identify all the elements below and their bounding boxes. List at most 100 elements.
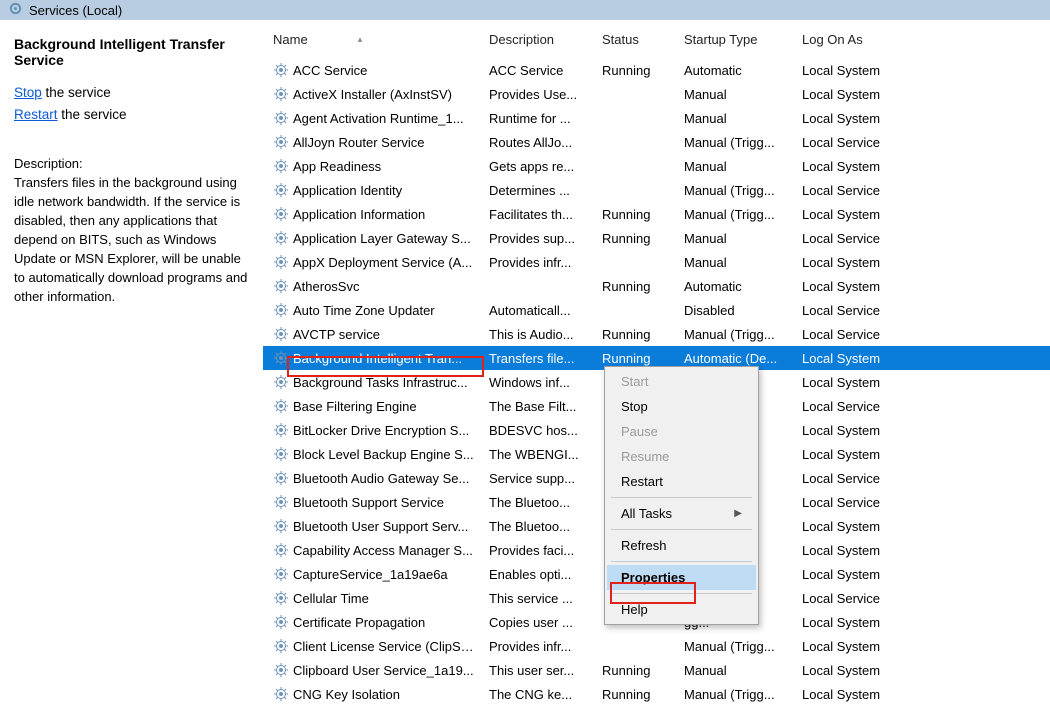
restart-service-link[interactable]: Restart — [14, 107, 58, 122]
gear-icon — [273, 542, 289, 558]
service-name: AppX Deployment Service (A... — [293, 255, 472, 270]
service-logon: Local System — [796, 421, 926, 440]
column-header-startup[interactable]: Startup Type — [678, 30, 796, 49]
gear-icon — [273, 614, 289, 630]
service-row[interactable]: ACC ServiceACC ServiceRunningAutomaticLo… — [263, 58, 1050, 82]
gear-icon — [273, 86, 289, 102]
service-status: Running — [596, 277, 678, 296]
service-logon: Local System — [796, 253, 926, 272]
stop-service-link[interactable]: Stop — [14, 85, 42, 100]
service-description: Provides infr... — [483, 253, 596, 272]
service-description: ACC Service — [483, 61, 596, 80]
service-row[interactable]: AVCTP serviceThis is Audio...RunningManu… — [263, 322, 1050, 346]
service-logon: Local System — [796, 85, 926, 104]
service-status — [596, 116, 678, 120]
menu-item-pause[interactable]: Pause — [607, 419, 756, 444]
column-header-logon[interactable]: Log On As — [796, 30, 926, 49]
service-logon: Local System — [796, 685, 926, 704]
service-row[interactable]: AtherosSvcRunningAutomaticLocal System — [263, 274, 1050, 298]
service-name: Bluetooth User Support Serv... — [293, 519, 468, 534]
gear-icon — [273, 590, 289, 606]
service-status: Running — [596, 325, 678, 344]
column-header-status[interactable]: Status — [596, 30, 678, 49]
service-name: Base Filtering Engine — [293, 399, 417, 414]
service-row[interactable]: Auto Time Zone UpdaterAutomaticall...Dis… — [263, 298, 1050, 322]
menu-item-properties[interactable]: Properties — [607, 565, 756, 590]
service-logon: Local Service — [796, 133, 926, 152]
gear-icon — [273, 62, 289, 78]
service-description: Provides faci... — [483, 541, 596, 560]
service-row[interactable]: Clipboard User Service_1a19...This user … — [263, 658, 1050, 682]
service-logon: Local Service — [796, 181, 926, 200]
service-row[interactable]: Client License Service (ClipSV...Provide… — [263, 634, 1050, 658]
menu-separator — [611, 561, 752, 562]
service-logon: Local System — [796, 277, 926, 296]
service-row[interactable]: ActiveX Installer (AxInstSV)Provides Use… — [263, 82, 1050, 106]
gear-icon — [273, 182, 289, 198]
service-row[interactable]: Application InformationFacilitates th...… — [263, 202, 1050, 226]
service-name: App Readiness — [293, 159, 381, 174]
service-logon: Local System — [796, 349, 926, 368]
submenu-arrow-icon: ▶ — [734, 508, 742, 519]
context-menu: Start Stop Pause Resume Restart All Task… — [604, 366, 759, 625]
service-logon: Local System — [796, 661, 926, 680]
menu-item-restart[interactable]: Restart — [607, 469, 756, 494]
service-startup: Disabled — [678, 301, 796, 320]
service-logon: Local System — [796, 517, 926, 536]
column-header-description[interactable]: Description — [483, 30, 596, 49]
service-logon: Local Service — [796, 589, 926, 608]
gear-icon — [273, 446, 289, 462]
column-header-name[interactable]: Name ▴ — [263, 30, 483, 49]
menu-item-stop[interactable]: Stop — [607, 394, 756, 419]
gear-icon — [273, 110, 289, 126]
service-row[interactable]: AppX Deployment Service (A... Provides in… — [263, 250, 1050, 274]
menu-item-all-tasks[interactable]: All Tasks ▶ — [607, 501, 756, 526]
service-status — [596, 308, 678, 312]
gear-icon — [273, 566, 289, 582]
window-title: Services (Local) — [29, 3, 122, 18]
service-description: BDESVC hos... — [483, 421, 596, 440]
service-description: Copies user ... — [483, 613, 596, 632]
gear-icon — [273, 422, 289, 438]
service-name: Bluetooth Audio Gateway Se... — [293, 471, 469, 486]
service-status: Running — [596, 685, 678, 704]
service-startup: Manual (Trigg... — [678, 133, 796, 152]
service-name: Certificate Propagation — [293, 615, 425, 630]
menu-separator — [611, 593, 752, 594]
restart-service-line: Restart the service — [14, 104, 249, 126]
service-startup: Automatic (De... — [678, 349, 796, 368]
menu-item-start[interactable]: Start — [607, 369, 756, 394]
menu-item-help[interactable]: Help — [607, 597, 756, 622]
service-row[interactable]: Application Layer Gateway S...Provides s… — [263, 226, 1050, 250]
service-name: Capability Access Manager S... — [293, 543, 473, 558]
service-status: Running — [596, 61, 678, 80]
service-name: Agent Activation Runtime_1... — [293, 111, 464, 126]
service-description: Provides infr... — [483, 637, 596, 656]
service-status — [596, 92, 678, 96]
service-logon: Local System — [796, 205, 926, 224]
service-description: This user ser... — [483, 661, 596, 680]
service-name: Bluetooth Support Service — [293, 495, 444, 510]
description-text: Transfers files in the background using … — [14, 173, 249, 306]
service-row[interactable]: Application IdentityDetermines ...Manual… — [263, 178, 1050, 202]
gear-icon — [273, 230, 289, 246]
service-name: BitLocker Drive Encryption S... — [293, 423, 469, 438]
service-startup: Manual — [678, 157, 796, 176]
service-name: CaptureService_1a19ae6a — [293, 567, 448, 582]
column-headers: Name ▴ Description Status Startup Type L… — [263, 20, 1050, 58]
menu-item-resume[interactable]: Resume — [607, 444, 756, 469]
service-row[interactable]: App ReadinessGets apps re...ManualLocal … — [263, 154, 1050, 178]
gear-icon — [273, 374, 289, 390]
service-name: AllJoyn Router Service — [293, 135, 425, 150]
service-description: This is Audio... — [483, 325, 596, 344]
menu-item-refresh[interactable]: Refresh — [607, 533, 756, 558]
service-row[interactable]: Agent Activation Runtime_1...Runtime for… — [263, 106, 1050, 130]
service-row[interactable]: AllJoyn Router ServiceRoutes AllJo...Man… — [263, 130, 1050, 154]
stop-service-line: Stop the service — [14, 82, 249, 104]
service-logon: Local System — [796, 613, 926, 632]
menu-separator — [611, 497, 752, 498]
service-startup: Manual (Trigg... — [678, 181, 796, 200]
service-description: Automaticall... — [483, 301, 596, 320]
service-description: Provides Use... — [483, 85, 596, 104]
service-row[interactable]: CNG Key IsolationThe CNG ke...RunningMan… — [263, 682, 1050, 706]
